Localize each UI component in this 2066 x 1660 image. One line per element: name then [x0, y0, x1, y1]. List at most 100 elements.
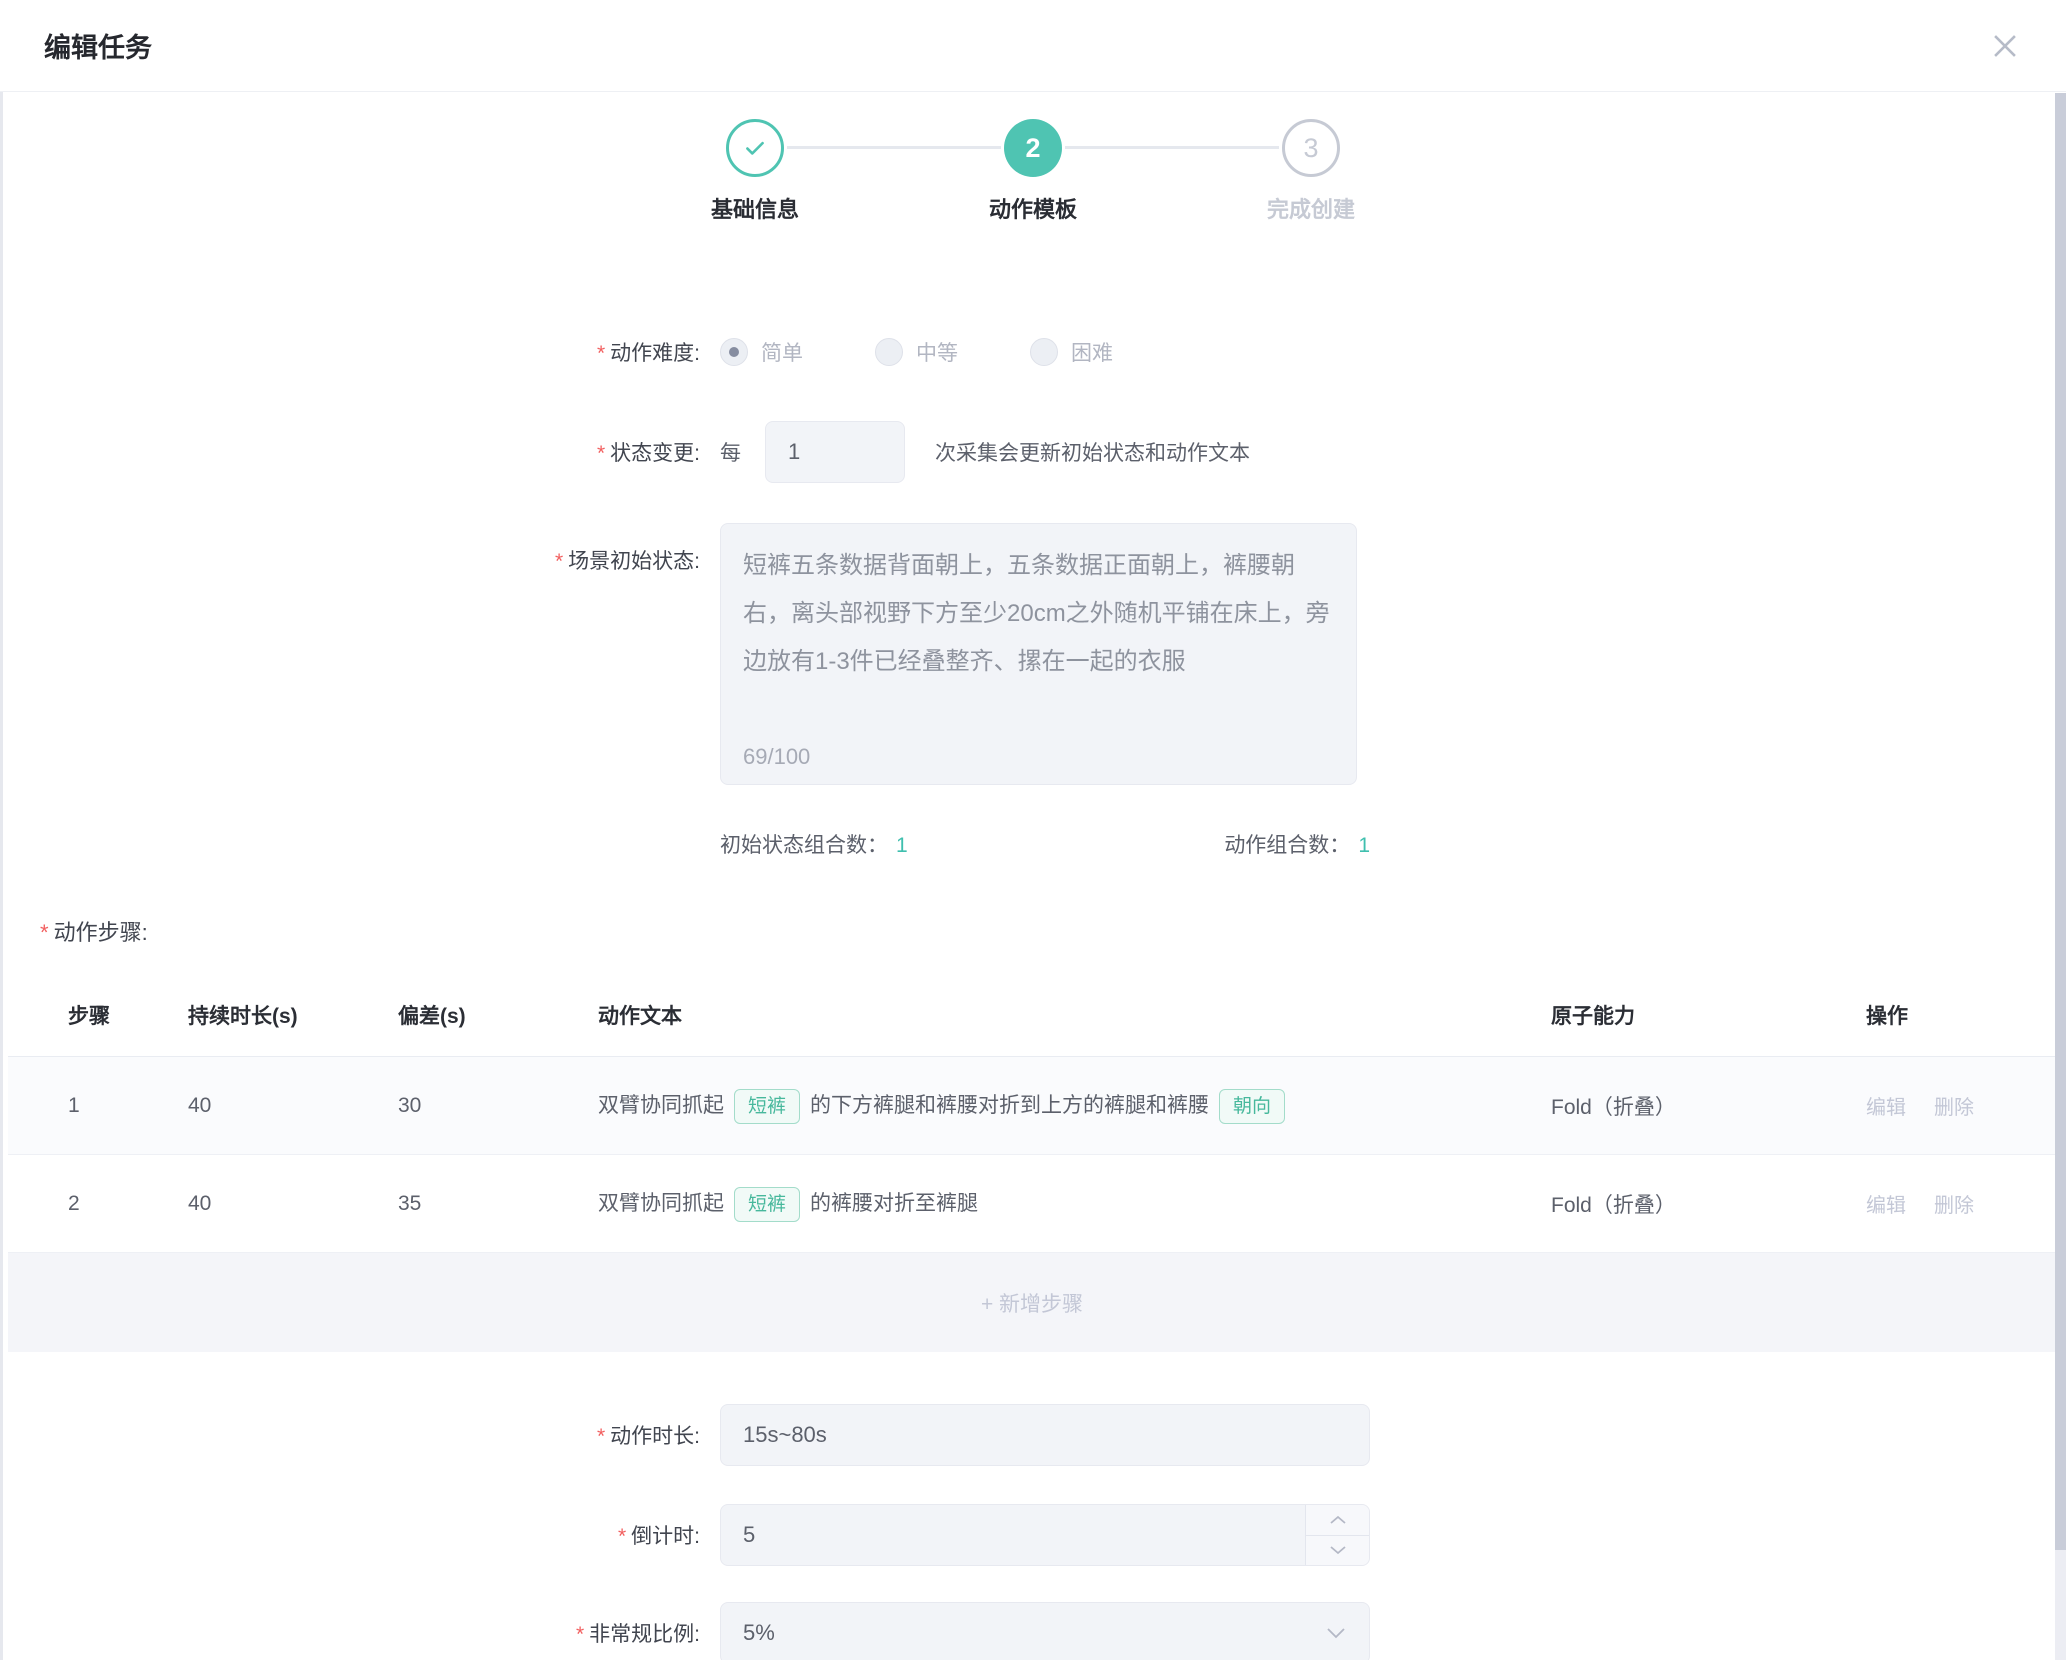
increase-button[interactable]: [1306, 1505, 1369, 1536]
edit-task-dialog: 编辑任务 基础信息 2 动作模板: [0, 0, 2066, 1660]
chevron-down-icon: [1325, 1626, 1347, 1640]
countdown-label: *倒计时:: [0, 1520, 700, 1550]
step-2-label: 动作模板: [913, 192, 1153, 224]
step-3-pending-circle: 3: [1282, 119, 1340, 177]
radio-option-hard[interactable]: 困难: [1030, 337, 1113, 367]
check-icon: [742, 135, 768, 161]
dialog-title: 编辑任务: [44, 26, 152, 65]
delete-link[interactable]: 删除: [1934, 1189, 1974, 1218]
header-action-text: 动作文本: [598, 1000, 1551, 1030]
row-1-operations: 编辑 删除: [1866, 1091, 2056, 1120]
object-tag: 短裤: [734, 1089, 800, 1124]
row-1-deviation: 30: [398, 1094, 598, 1118]
unusual-ratio-label: *非常规比例:: [0, 1618, 700, 1648]
required-mark: *: [555, 550, 563, 573]
required-mark: *: [597, 342, 605, 365]
step-action-template: 2 动作模板: [913, 119, 1153, 224]
action-combo-count: 动作组合数：1: [1224, 829, 1370, 859]
countdown-input[interactable]: [720, 1504, 1370, 1566]
difficulty-label: *动作难度:: [0, 337, 700, 367]
row-2-deviation: 35: [398, 1192, 598, 1216]
scene-initial-state-label: *场景初始状态:: [0, 523, 700, 575]
difficulty-row: *动作难度: 简单 中等 困难: [0, 337, 2066, 367]
initial-state-combo-count: 初始状态组合数：1: [720, 829, 908, 859]
table-row: 2 40 35 双臂协同抓起短裤的裤腰对折至裤腿 Fold（折叠） 编辑 删除: [8, 1155, 2056, 1253]
action-duration-row: *动作时长:: [0, 1404, 2066, 1466]
chevron-up-icon: [1329, 1514, 1347, 1526]
step-complete-creation: 3 完成创建: [1191, 119, 1431, 224]
required-mark: *: [597, 1425, 605, 1448]
state-change-label: *状态变更:: [0, 437, 700, 467]
state-change-input[interactable]: [765, 421, 905, 483]
header-step: 步骤: [8, 1000, 188, 1030]
step-basic-info: 基础信息: [635, 119, 875, 224]
row-1-step: 1: [8, 1094, 188, 1118]
row-2-step: 2: [8, 1192, 188, 1216]
close-icon: [1988, 29, 2022, 63]
step-2-active-circle: 2: [1004, 119, 1062, 177]
required-mark: *: [576, 1623, 584, 1646]
radio-unchecked-icon: [875, 338, 903, 366]
action-duration-input[interactable]: [720, 1404, 1370, 1466]
edit-link[interactable]: 编辑: [1866, 1189, 1906, 1218]
table-row: 1 40 30 双臂协同抓起短裤的下方裤腿和裤腰对折到上方的裤腿和裤腰朝向 Fo…: [8, 1057, 2056, 1155]
step-1-done-circle: [726, 119, 784, 177]
action-combo-value: 1: [1358, 834, 1370, 857]
radio-label-medium: 中等: [916, 337, 958, 367]
object-tag: 短裤: [734, 1187, 800, 1222]
delete-link[interactable]: 删除: [1934, 1091, 1974, 1120]
char-counter: 69/100: [743, 744, 810, 770]
action-steps-section-label: *动作步骤:: [40, 915, 2066, 947]
edit-link[interactable]: 编辑: [1866, 1091, 1906, 1120]
action-steps-table: 步骤 持续时长(s) 偏差(s) 动作文本 原子能力 操作 1 40 30 双臂…: [8, 973, 2056, 1352]
unusual-ratio-select[interactable]: 5%: [720, 1602, 1370, 1660]
row-1-action-text: 双臂协同抓起短裤的下方裤腿和裤腰对折到上方的裤腿和裤腰朝向: [598, 1088, 1551, 1124]
add-step-button[interactable]: + 新增步骤: [8, 1253, 2056, 1352]
dialog-body: 基础信息 2 动作模板 3 完成创建 *动作难度: 简单 中等: [0, 119, 2066, 1660]
dialog-header: 编辑任务: [0, 0, 2066, 92]
radio-option-simple[interactable]: 简单: [720, 337, 803, 367]
close-button[interactable]: [1988, 29, 2022, 63]
action-duration-label: *动作时长:: [0, 1420, 700, 1450]
unusual-ratio-value: 5%: [743, 1620, 775, 1646]
required-mark: *: [40, 920, 49, 945]
decrease-button[interactable]: [1306, 1536, 1369, 1566]
scrollbar-thumb[interactable]: [2055, 93, 2066, 1550]
state-change-row: *状态变更: 每 次采集会更新初始状态和动作文本: [0, 421, 2066, 483]
countdown-stepper: [720, 1504, 1370, 1566]
difficulty-radio-group: 简单 中等 困难: [720, 337, 1185, 367]
row-1-duration: 40: [188, 1094, 398, 1118]
required-mark: *: [618, 1525, 626, 1548]
chevron-down-icon: [1329, 1544, 1347, 1556]
orientation-tag: 朝向: [1219, 1089, 1285, 1124]
radio-option-medium[interactable]: 中等: [875, 337, 958, 367]
countdown-row: *倒计时:: [0, 1504, 2066, 1566]
scene-initial-state-value: 短裤五条数据背面朝上，五条数据正面朝上，裤腰朝右，离头部视野下方至少20cm之外…: [743, 542, 1334, 686]
header-deviation: 偏差(s): [398, 1000, 598, 1030]
unusual-ratio-row: *非常规比例: 5%: [0, 1602, 2066, 1660]
row-2-operations: 编辑 删除: [1866, 1189, 2056, 1218]
state-change-suffix: 次采集会更新初始状态和动作文本: [935, 437, 1250, 467]
header-atomic-ability: 原子能力: [1551, 1000, 1866, 1030]
initial-combo-value: 1: [896, 834, 908, 857]
combo-counts-row: 初始状态组合数：1 动作组合数：1: [0, 829, 2066, 859]
number-spinner: [1305, 1505, 1369, 1565]
row-2-atomic-ability: Fold（折叠）: [1551, 1189, 1866, 1219]
radio-label-simple: 简单: [761, 337, 803, 367]
state-change-prefix: 每: [720, 437, 741, 467]
row-2-action-text: 双臂协同抓起短裤的裤腰对折至裤腿: [598, 1186, 1551, 1222]
row-2-duration: 40: [188, 1192, 398, 1216]
header-operations: 操作: [1866, 1000, 2056, 1030]
header-duration: 持续时长(s): [188, 1000, 398, 1030]
required-mark: *: [597, 442, 605, 465]
window-edge-light: [0, 66, 3, 1660]
radio-unchecked-icon: [1030, 338, 1058, 366]
scene-initial-state-textarea[interactable]: 短裤五条数据背面朝上，五条数据正面朝上，裤腰朝右，离头部视野下方至少20cm之外…: [720, 523, 1357, 785]
step-3-label: 完成创建: [1191, 192, 1431, 224]
radio-checked-icon: [720, 338, 748, 366]
row-1-atomic-ability: Fold（折叠）: [1551, 1091, 1866, 1121]
step-1-label: 基础信息: [635, 192, 875, 224]
scene-initial-state-row: *场景初始状态: 短裤五条数据背面朝上，五条数据正面朝上，裤腰朝右，离头部视野下…: [0, 523, 2066, 785]
stepper: 基础信息 2 动作模板 3 完成创建: [755, 119, 1311, 251]
table-header-row: 步骤 持续时长(s) 偏差(s) 动作文本 原子能力 操作: [8, 973, 2056, 1057]
